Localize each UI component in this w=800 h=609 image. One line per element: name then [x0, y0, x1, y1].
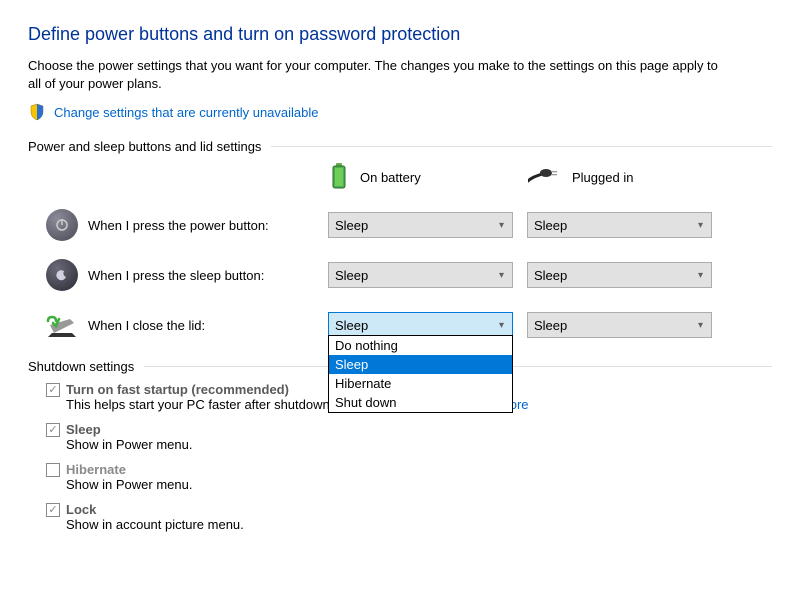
chevron-down-icon: ▾	[698, 320, 703, 331]
chk-sleep: ✓ Sleep Show in Power menu.	[46, 422, 772, 452]
chevron-down-icon: ▾	[499, 270, 504, 281]
select-sleep-plugged[interactable]: Sleep▾	[527, 262, 712, 288]
battery-icon	[328, 162, 350, 193]
dropdown-item-hibernate[interactable]: Hibernate	[329, 374, 512, 393]
select-lid-plugged[interactable]: Sleep▾	[527, 312, 712, 338]
col-on-battery: On battery	[328, 162, 528, 193]
dropdown-item-do-nothing[interactable]: Do nothing	[329, 336, 512, 355]
page-title: Define power buttons and turn on passwor…	[28, 24, 772, 45]
col-plugged-in: Plugged in	[528, 167, 728, 188]
sleep-button-icon	[46, 259, 78, 291]
lid-icon	[46, 309, 78, 341]
checkbox-hibernate[interactable]	[46, 463, 60, 477]
lid-battery-dropdown: Do nothing Sleep Hibernate Shut down	[328, 335, 513, 413]
chevron-down-icon: ▾	[698, 220, 703, 231]
dropdown-item-sleep[interactable]: Sleep	[329, 355, 512, 374]
row-power-button: When I press the power button: Sleep▾ Sl…	[28, 209, 772, 241]
dropdown-item-shut-down[interactable]: Shut down	[329, 393, 512, 412]
chk-lock: ✓ Lock Show in account picture menu.	[46, 502, 772, 532]
page-subtitle: Choose the power settings that you want …	[28, 57, 728, 93]
select-sleep-battery[interactable]: Sleep▾	[328, 262, 513, 288]
checkbox-fast-startup[interactable]: ✓	[46, 383, 60, 397]
row-sleep-label: When I press the sleep button:	[88, 268, 264, 283]
checkbox-lock[interactable]: ✓	[46, 503, 60, 517]
row-sleep-button: When I press the sleep button: Sleep▾ Sl…	[28, 259, 772, 291]
row-lid-label: When I close the lid:	[88, 318, 205, 333]
section-power-buttons-header: Power and sleep buttons and lid settings	[28, 139, 772, 154]
plug-icon	[528, 167, 562, 188]
chk-sleep-label: Sleep	[66, 422, 101, 437]
chevron-down-icon: ▾	[698, 270, 703, 281]
shield-icon	[28, 103, 46, 121]
chk-sleep-desc: Show in Power menu.	[46, 437, 772, 452]
row-close-lid: When I close the lid: Sleep▾ Sleep▾ Do n…	[28, 309, 772, 341]
select-power-battery[interactable]: Sleep▾	[328, 212, 513, 238]
chk-hibernate-label: Hibernate	[66, 462, 126, 477]
chk-lock-desc: Show in account picture menu.	[46, 517, 772, 532]
chevron-down-icon: ▾	[499, 320, 504, 331]
select-power-plugged[interactable]: Sleep▾	[527, 212, 712, 238]
chk-hibernate-desc: Show in Power menu.	[46, 477, 772, 492]
change-settings-link[interactable]: Change settings that are currently unava…	[54, 105, 319, 120]
row-power-label: When I press the power button:	[88, 218, 269, 233]
chk-hibernate: Hibernate Show in Power menu.	[46, 462, 772, 492]
chk-lock-label: Lock	[66, 502, 96, 517]
power-button-icon	[46, 209, 78, 241]
chevron-down-icon: ▾	[499, 220, 504, 231]
checkbox-sleep[interactable]: ✓	[46, 423, 60, 437]
chk-fast-startup-label: Turn on fast startup (recommended)	[66, 382, 289, 397]
